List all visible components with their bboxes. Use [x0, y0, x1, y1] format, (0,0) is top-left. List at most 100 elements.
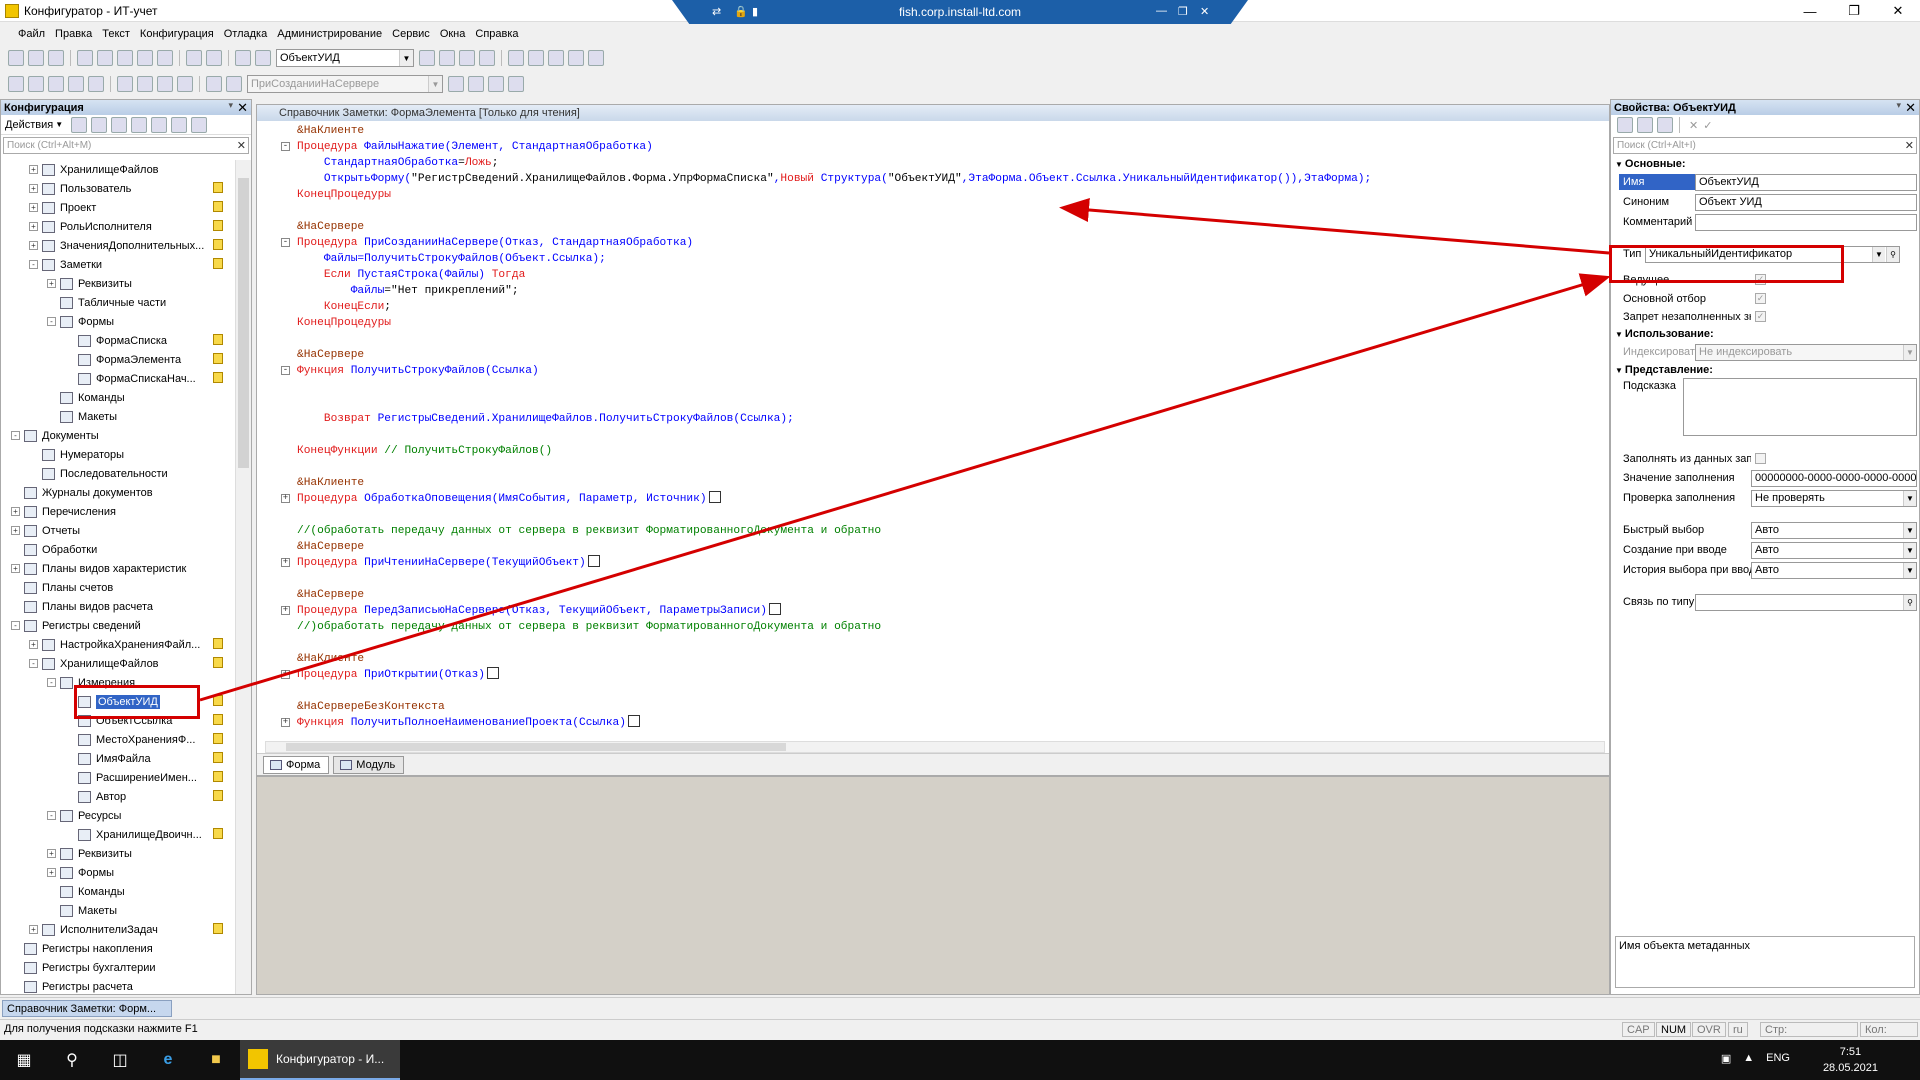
code-line[interactable]: + Процедура ПриОткрытии(Отказ): [257, 667, 1609, 683]
redo-icon[interactable]: [206, 50, 222, 66]
bookmark-icon[interactable]: [448, 76, 464, 92]
code-line[interactable]: &НаСервере: [257, 219, 1609, 235]
tree-search-input[interactable]: Поиск (Ctrl+Alt+M) ✕: [3, 137, 249, 154]
code-line[interactable]: - Процедура ПриСозданииНаСервере(Отказ, С…: [257, 235, 1609, 251]
code-line[interactable]: &НаСервереБезКонтекста: [257, 699, 1609, 715]
network-icon[interactable]: ▣: [1721, 1052, 1731, 1065]
expand-icon[interactable]: +: [281, 494, 290, 503]
tree-item[interactable]: ФормаСпискаНач...: [1, 369, 235, 388]
code-line[interactable]: Файлы=ПолучитьСтрокуФайлов(Объект.Ссылка…: [257, 251, 1609, 267]
tree-item[interactable]: Команды: [1, 882, 235, 901]
menu-file[interactable]: Файл: [18, 28, 45, 40]
print-icon[interactable]: [137, 50, 153, 66]
tools-icon[interactable]: [548, 50, 564, 66]
menu-configuration[interactable]: Конфигурация: [140, 28, 214, 40]
code-line[interactable]: [257, 507, 1609, 523]
expand-icon[interactable]: +: [47, 868, 56, 877]
code-line[interactable]: //)обработать передачу данных от сервера…: [257, 619, 1609, 635]
code-line[interactable]: &НаСервере: [257, 539, 1609, 555]
preview-icon[interactable]: [157, 50, 173, 66]
code-line[interactable]: + Функция ПолучитьПолноеНаименованиеПроек…: [257, 715, 1609, 731]
collapse-icon[interactable]: -: [281, 142, 290, 151]
tree-item[interactable]: ФормаЭлемента: [1, 350, 235, 369]
bookmark-clear-icon[interactable]: [508, 76, 524, 92]
code-line[interactable]: Файлы="Нет прикреплений";: [257, 283, 1609, 299]
add-icon[interactable]: [71, 116, 88, 133]
chevron-down-icon[interactable]: ▼: [428, 76, 442, 92]
tree-item[interactable]: Команды: [1, 388, 235, 407]
expand-icon[interactable]: +: [47, 279, 56, 288]
collapse-icon[interactable]: -: [281, 238, 290, 247]
tree-scrollbar[interactable]: [235, 160, 251, 994]
tree-item[interactable]: + Реквизиты: [1, 844, 235, 863]
move-up-icon[interactable]: [151, 116, 168, 133]
tree-item[interactable]: ХранилищеДвоичн...: [1, 825, 235, 844]
collapse-icon[interactable]: -: [47, 811, 56, 820]
collapse-icon[interactable]: -: [47, 317, 56, 326]
code-line[interactable]: - Процедура ФайлыНажатие(Элемент, Стандар…: [257, 139, 1609, 155]
expand-icon[interactable]: +: [281, 718, 290, 727]
rdp-minimize-icon[interactable]: —: [1156, 5, 1167, 17]
close-button[interactable]: ✕: [1876, 0, 1920, 22]
code-line[interactable]: СтандартнаяОбработка=Ложь;: [257, 155, 1609, 171]
syntax-helper-icon[interactable]: [528, 50, 544, 66]
config-icon[interactable]: [28, 76, 44, 92]
rdp-restore-icon[interactable]: ❐: [1178, 5, 1188, 18]
pin-icon[interactable]: ▾: [228, 100, 233, 111]
chevron-down-icon[interactable]: ▼: [1872, 246, 1885, 262]
tree-item[interactable]: РасширениеИмен...: [1, 768, 235, 787]
expand-icon[interactable]: +: [11, 507, 20, 516]
tree-item[interactable]: Макеты: [1, 901, 235, 920]
tree-item[interactable]: + РольИсполнителя: [1, 217, 235, 236]
code-line[interactable]: ОткрытьФорму("РегистрСведений.ХранилищеФ…: [257, 171, 1609, 187]
search-icon[interactable]: ⚲: [48, 1040, 96, 1080]
hint-field[interactable]: [1683, 378, 1917, 436]
search-icon[interactable]: ⚲: [1903, 594, 1916, 610]
tree-item[interactable]: Журналы документов: [1, 483, 235, 502]
procedures-icon[interactable]: [206, 76, 222, 92]
code-line[interactable]: [257, 459, 1609, 475]
menu-debug[interactable]: Отладка: [224, 28, 267, 40]
tree-item[interactable]: - Заметки: [1, 255, 235, 274]
move-down-icon[interactable]: [171, 116, 188, 133]
history-field[interactable]: Авто ▼: [1751, 561, 1917, 579]
collapse-icon[interactable]: -: [29, 659, 38, 668]
expand-icon[interactable]: +: [11, 564, 20, 573]
fill-value-field[interactable]: 00000000-0000-0000-0000-00000: [1751, 469, 1917, 487]
save-icon[interactable]: [48, 50, 64, 66]
chevron-down-icon[interactable]: ▼: [1903, 562, 1916, 578]
sort-icon[interactable]: [1617, 117, 1633, 133]
tree-item[interactable]: Последовательности: [1, 464, 235, 483]
actions-menu[interactable]: Действия: [5, 119, 53, 131]
tree-item[interactable]: ФормаСписка: [1, 331, 235, 350]
chevron-down-icon[interactable]: ▼: [1903, 542, 1916, 558]
sort-icon[interactable]: [191, 116, 208, 133]
expand-icon[interactable]: +: [281, 606, 290, 615]
filter-icon[interactable]: [1657, 117, 1673, 133]
language-indicator[interactable]: ENG: [1766, 1052, 1790, 1065]
synonym-field[interactable]: Объект УИД: [1695, 193, 1917, 211]
copy-icon[interactable]: [111, 116, 128, 133]
goto-icon[interactable]: [226, 76, 242, 92]
expand-icon[interactable]: +: [281, 558, 290, 567]
collapse-icon[interactable]: -: [11, 431, 20, 440]
delete-icon[interactable]: [131, 116, 148, 133]
expand-icon[interactable]: +: [29, 925, 38, 934]
code-line[interactable]: [257, 395, 1609, 411]
windows-start-icon[interactable]: ▦: [0, 1040, 48, 1080]
code-line[interactable]: [257, 427, 1609, 443]
close-icon[interactable]: ✕: [237, 100, 248, 116]
code-line[interactable]: &НаКлиенте: [257, 123, 1609, 139]
code-line[interactable]: + Процедура ПриЧтенииНаСервере(ТекущийОбъ…: [257, 555, 1609, 571]
chevron-down-icon[interactable]: ▼: [1903, 522, 1916, 538]
debug-icon[interactable]: [117, 76, 133, 92]
comment-field[interactable]: [1695, 213, 1917, 231]
tree-item[interactable]: + Планы видов характеристик: [1, 559, 235, 578]
code-line[interactable]: [257, 379, 1609, 395]
format-icon[interactable]: [568, 50, 584, 66]
fill-from-checkbox[interactable]: [1755, 453, 1766, 464]
tree-item[interactable]: + Формы: [1, 863, 235, 882]
folder-icon[interactable]: ■: [192, 1040, 240, 1080]
tree-item[interactable]: + Реквизиты: [1, 274, 235, 293]
new-icon[interactable]: [8, 50, 24, 66]
